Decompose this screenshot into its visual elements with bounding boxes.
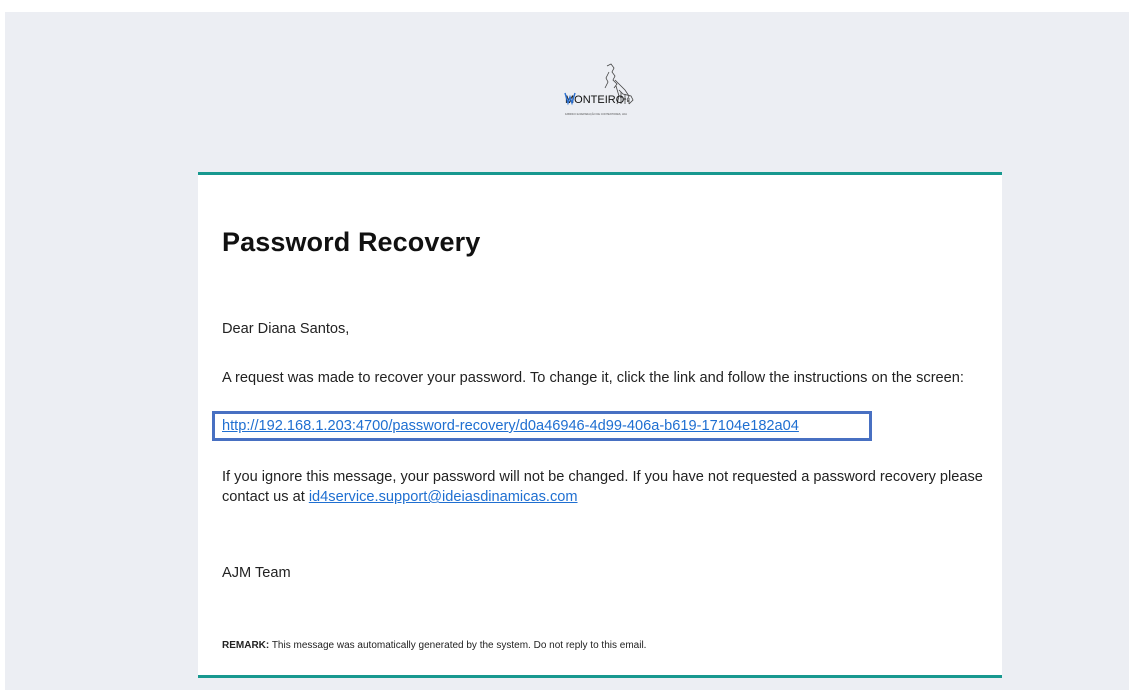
remark-label: REMARK:	[222, 640, 270, 651]
request-text: A request was made to recover your passw…	[222, 370, 964, 386]
logo-subtitle: FABRICO E REPARAÇÃO DE CONTENTORES, LDA	[565, 111, 627, 116]
remark-text: This message was automatically generated…	[271, 640, 647, 651]
email-title: Password Recovery	[222, 227, 481, 257]
ignore-text: If you ignore this message, your passwor…	[222, 467, 984, 507]
email-card: Password Recovery Dear Diana Santos, A r…	[198, 172, 1002, 678]
company-logo: MONTEIRO FABRICO E REPARAÇÃO DE CONTENTO…	[561, 60, 639, 130]
monteiro-logo-icon: MONTEIRO FABRICO E REPARAÇÃO DE CONTENTO…	[564, 63, 634, 116]
support-email-link[interactable]: id4service.support@ideiasdinamicas.com	[309, 489, 578, 505]
signature-text: AJM Team	[222, 565, 291, 581]
remark-note: REMARK: This message was automatically g…	[222, 640, 646, 651]
greeting-text: Dear Diana Santos,	[222, 321, 350, 337]
email-background: MONTEIRO FABRICO E REPARAÇÃO DE CONTENTO…	[5, 12, 1129, 690]
recovery-link[interactable]: http://192.168.1.203:4700/password-recov…	[222, 416, 799, 436]
